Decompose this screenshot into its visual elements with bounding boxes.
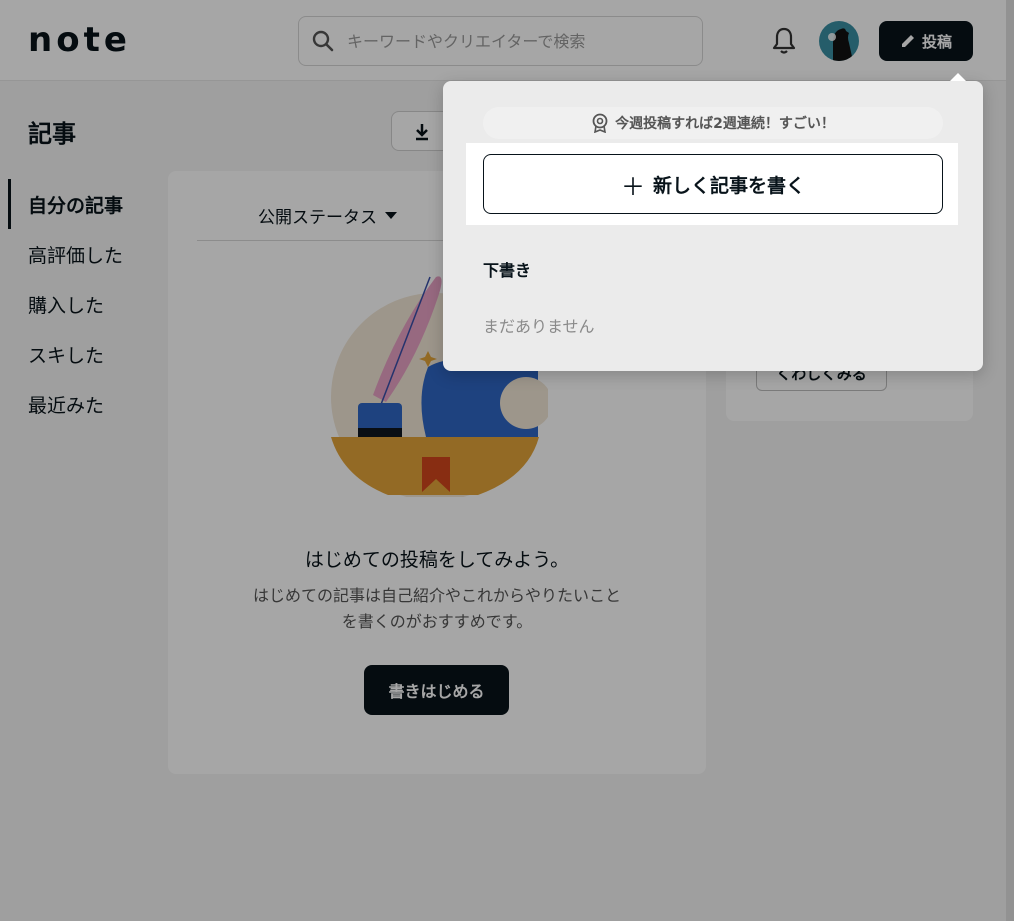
drafts-heading: 下書き: [483, 261, 532, 280]
streak-banner: 今週投稿すれば2週連続！すごい！: [483, 107, 943, 139]
new-article-label: 新しく記事を書く: [652, 174, 805, 197]
new-post-highlight: ＋ 新しく記事を書く: [466, 143, 958, 225]
post-dropdown-menu: 今週投稿すれば2週連続！すごい！ ＋ 新しく記事を書く 下書き まだありません: [443, 73, 983, 371]
badge-icon: [592, 113, 608, 133]
drafts-empty-text: まだありません: [483, 317, 595, 336]
plus-icon: ＋: [620, 172, 645, 201]
new-article-button[interactable]: ＋ 新しく記事を書く: [483, 154, 943, 214]
streak-text: 今週投稿すれば2週連続！すごい！: [615, 116, 835, 132]
